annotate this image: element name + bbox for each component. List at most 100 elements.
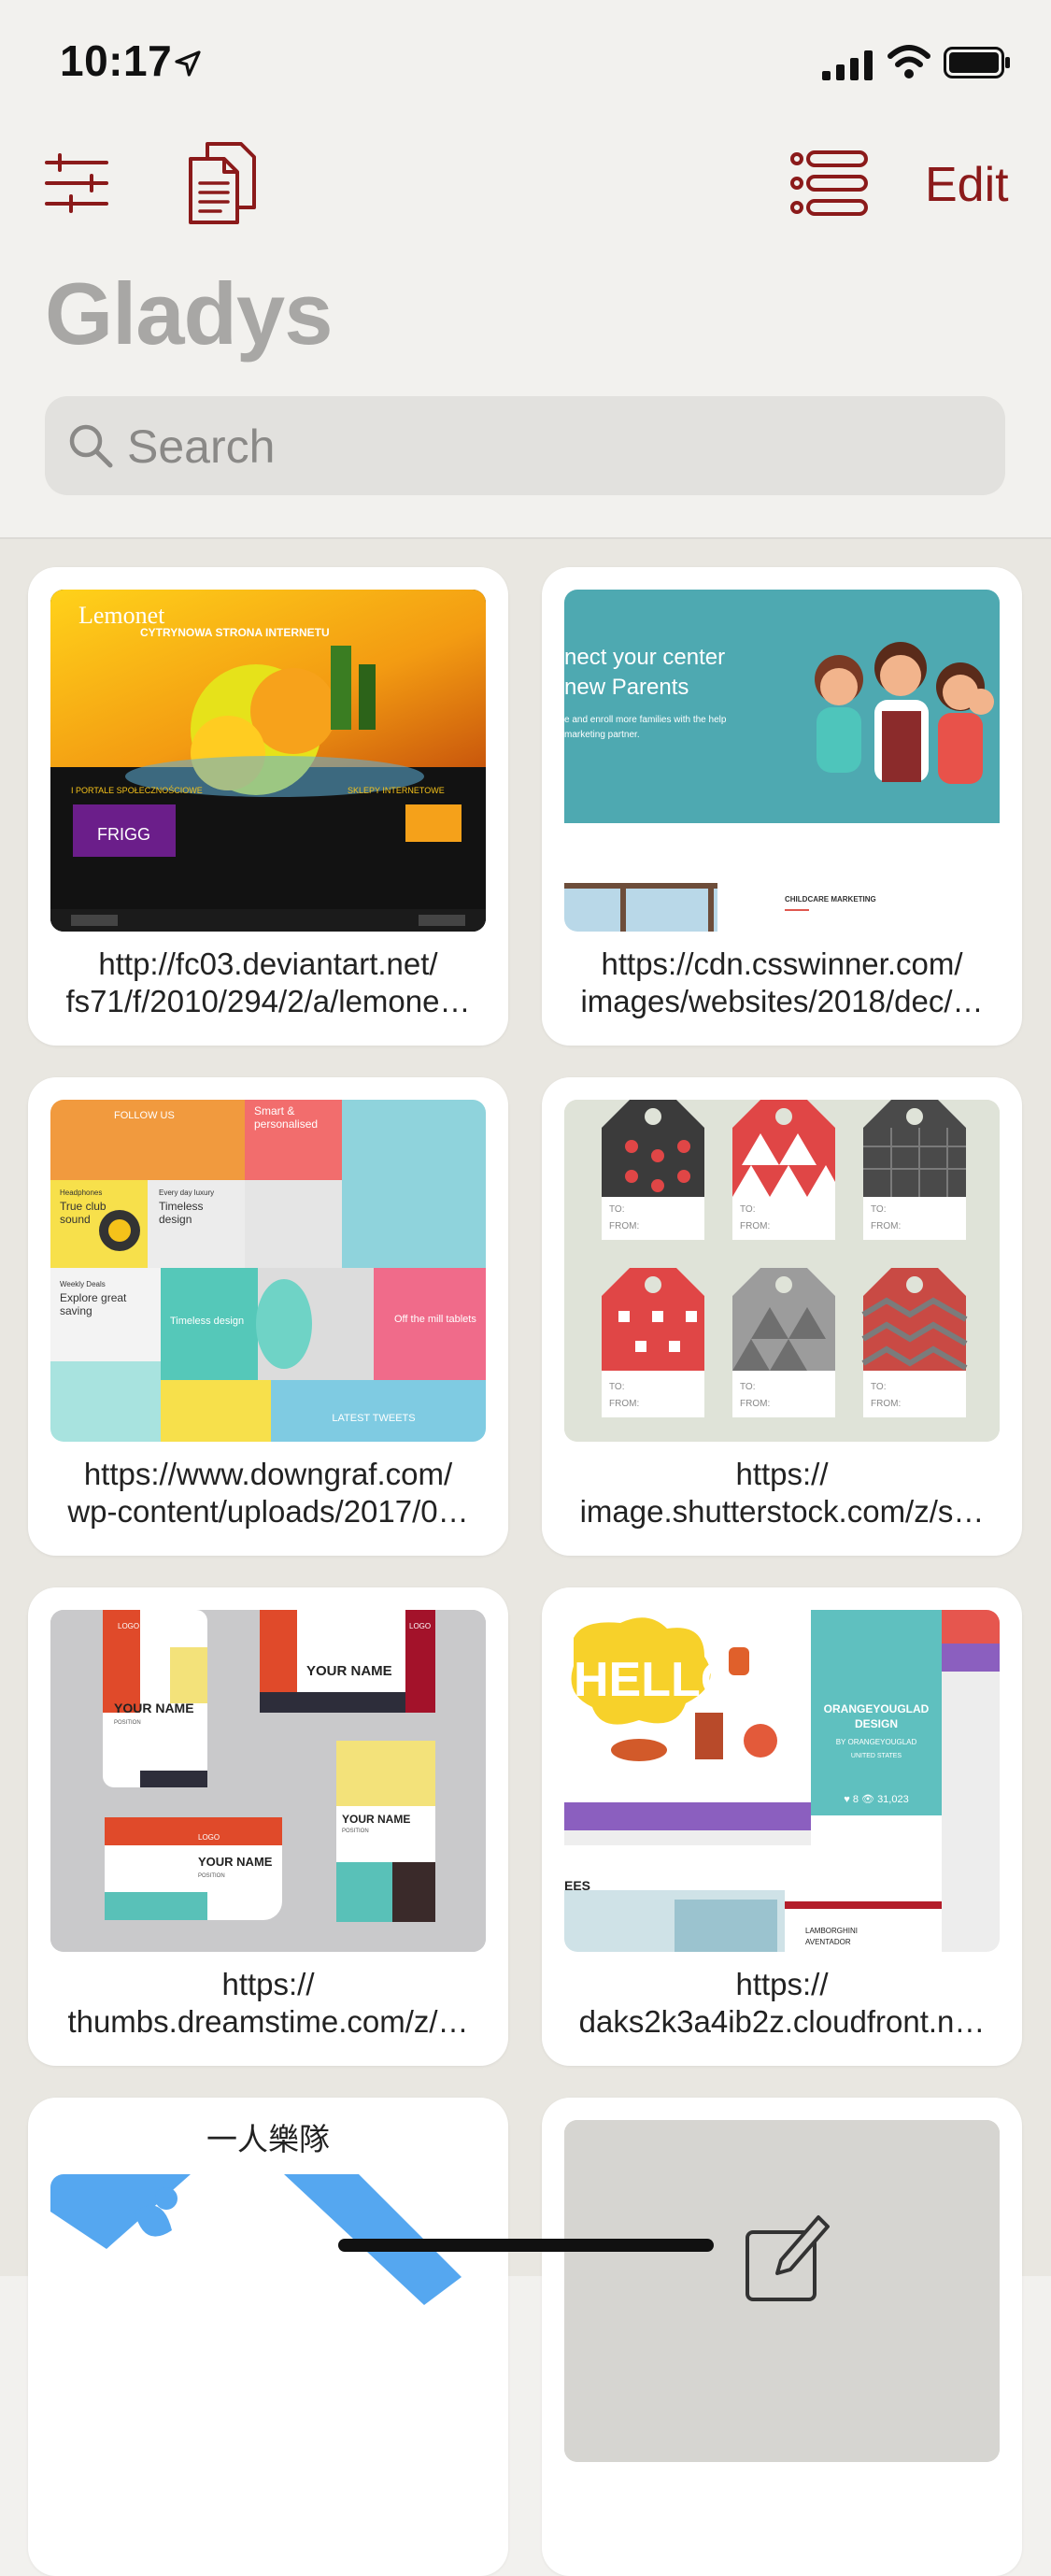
svg-text:FROM:: FROM: xyxy=(871,1399,901,1409)
svg-text:FROM:: FROM: xyxy=(740,1221,770,1231)
app-preview xyxy=(50,2174,486,2455)
svg-text:Every day luxury: Every day luxury xyxy=(159,1188,214,1197)
item-card[interactable]: HELLO ORANGEYOUGLAD DESIGN BY ORANGEYOUG… xyxy=(542,1587,1022,2066)
item-card[interactable]: Lemonet CYTRYNOWA STRONA INTERNETU I POR… xyxy=(28,567,508,1046)
item-card[interactable]: 一人樂隊 xyxy=(28,2098,508,2576)
items-grid[interactable]: Lemonet CYTRYNOWA STRONA INTERNETU I POR… xyxy=(0,539,1051,2576)
page-title: Gladys xyxy=(45,264,333,363)
cellular-signal-icon xyxy=(822,50,873,80)
svg-text:LAMBORGHINI: LAMBORGHINI xyxy=(805,1927,858,1935)
business-cards-preview: YOUR NAME POSITION LOGO YOUR NAME LOGO Y… xyxy=(50,1610,486,1952)
note-edit-icon xyxy=(564,2120,1000,2462)
wifi-icon xyxy=(888,45,930,78)
item-card[interactable]: nect your center new Parents e and enrol… xyxy=(542,567,1022,1046)
svg-text:nect your center: nect your center xyxy=(564,645,725,670)
svg-text:Off the mill tablets: Off the mill tablets xyxy=(394,1314,476,1325)
search-bar[interactable] xyxy=(45,396,1005,495)
item-card[interactable]: FOLLOW US Smart & personalised LATEST TW… xyxy=(28,1077,508,1556)
svg-text:UNITED STATES: UNITED STATES xyxy=(851,1753,902,1759)
item-thumbnail xyxy=(564,2120,1000,2462)
svg-text:CHILDCARE MARKETING: CHILDCARE MARKETING xyxy=(785,895,876,904)
svg-text:YOUR NAME: YOUR NAME xyxy=(198,1855,273,1869)
item-thumbnail: nect your center new Parents e and enrol… xyxy=(564,590,1000,932)
svg-text:AVENTADOR: AVENTADOR xyxy=(805,1938,851,1946)
svg-text:design: design xyxy=(159,1213,192,1226)
childcare-preview: nect your center new Parents e and enrol… xyxy=(564,590,1000,932)
svg-text:FRIGG: FRIGG xyxy=(97,825,150,844)
svg-text:SKLEPY INTERNETOWE: SKLEPY INTERNETOWE xyxy=(348,786,445,795)
svg-text:marketing partner.: marketing partner. xyxy=(564,730,640,740)
svg-text:FROM:: FROM: xyxy=(871,1221,901,1231)
location-arrow-icon xyxy=(175,50,201,77)
svg-text:personalised: personalised xyxy=(254,1117,318,1131)
edit-button[interactable]: Edit xyxy=(925,157,1009,213)
item-url: https://cdn.csswinner.com/ images/websit… xyxy=(580,946,984,1018)
svg-text:ORANGEYOUGLAD: ORANGEYOUGLAD xyxy=(824,1702,930,1715)
svg-text:BY ORANGEYOUGLAD: BY ORANGEYOUGLAD xyxy=(836,1738,917,1746)
svg-text:LOGO: LOGO xyxy=(409,1622,431,1630)
item-title: 一人樂隊 xyxy=(206,2122,330,2156)
svg-text:FROM:: FROM: xyxy=(609,1221,639,1231)
svg-text:DESIGN: DESIGN xyxy=(855,1717,898,1730)
item-url: https:// daks2k3a4ib2z.cloudfront.n… xyxy=(578,1967,986,2039)
svg-text:FOLLOW US: FOLLOW US xyxy=(114,1110,175,1121)
documents-icon[interactable] xyxy=(187,140,258,226)
item-url: http://fc03.deviantart.net/ fs71/f/2010/… xyxy=(65,946,471,1018)
home-indicator[interactable] xyxy=(338,2239,714,2252)
svg-text:Weekly Deals: Weekly Deals xyxy=(60,1280,106,1288)
svg-text:YOUR NAME: YOUR NAME xyxy=(342,1813,410,1826)
toolbar: Edit xyxy=(0,140,1051,234)
item-thumbnail: Lemonet CYTRYNOWA STRONA INTERNETU I POR… xyxy=(50,590,486,932)
item-url: https:// thumbs.dreamstime.com/z/… xyxy=(67,1967,469,2039)
search-input[interactable] xyxy=(125,413,970,480)
svg-text:TO:: TO: xyxy=(740,1204,755,1215)
item-thumbnail: FOLLOW US Smart & personalised LATEST TW… xyxy=(50,1100,486,1442)
status-bar: 10:17 xyxy=(0,0,1051,121)
svg-text:LATEST TWEETS: LATEST TWEETS xyxy=(332,1413,415,1424)
svg-text:POSITION: POSITION xyxy=(342,1829,369,1834)
item-url: https://www.downgraf.com/ wp-content/upl… xyxy=(67,1457,469,1529)
item-thumbnail: TO: FROM: TO: FROM: TO: FROM: TO: FROM: … xyxy=(564,1100,1000,1442)
svg-text:Smart &: Smart & xyxy=(254,1104,294,1117)
svg-text:new Parents: new Parents xyxy=(564,675,689,700)
item-card[interactable]: YOUR NAME POSITION LOGO YOUR NAME LOGO Y… xyxy=(28,1587,508,2066)
svg-text:Explore great: Explore great xyxy=(60,1291,127,1304)
svg-text:Timeless design: Timeless design xyxy=(170,1316,244,1327)
svg-text:LOGO: LOGO xyxy=(118,1622,139,1630)
search-icon xyxy=(69,424,113,468)
svg-text:TO:: TO: xyxy=(609,1204,624,1215)
svg-text:TO:: TO: xyxy=(740,1382,755,1392)
svg-text:saving: saving xyxy=(60,1304,92,1317)
sliders-icon[interactable] xyxy=(43,149,110,217)
svg-text:♥ 8 👁 31,023: ♥ 8 👁 31,023 xyxy=(844,1794,908,1805)
svg-text:YOUR NAME: YOUR NAME xyxy=(306,1663,392,1679)
svg-text:CYTRYNOWA STRONA INTERNETU: CYTRYNOWA STRONA INTERNETU xyxy=(140,626,330,639)
svg-text:I PORTALE SPOŁECZNOŚCIOWE: I PORTALE SPOŁECZNOŚCIOWE xyxy=(71,785,203,795)
svg-text:TO:: TO: xyxy=(871,1204,886,1215)
svg-text:POSITION: POSITION xyxy=(114,1720,141,1726)
svg-text:LOGO: LOGO xyxy=(198,1833,220,1842)
list-icon[interactable] xyxy=(789,149,870,217)
item-card[interactable]: TO: FROM: TO: FROM: TO: FROM: TO: FROM: … xyxy=(542,1077,1022,1556)
svg-text:EES: EES xyxy=(564,1878,590,1893)
svg-text:TO:: TO: xyxy=(871,1382,886,1392)
svg-text:FROM:: FROM: xyxy=(609,1399,639,1409)
svg-text:YOUR NAME: YOUR NAME xyxy=(114,1701,194,1715)
item-card[interactable] xyxy=(542,2098,1022,2576)
item-thumbnail: YOUR NAME POSITION LOGO YOUR NAME LOGO Y… xyxy=(50,1610,486,1952)
status-time: 10:17 xyxy=(60,36,173,85)
svg-text:Headphones: Headphones xyxy=(60,1188,102,1197)
item-thumbnail: HELLO ORANGEYOUGLAD DESIGN BY ORANGEYOUG… xyxy=(564,1610,1000,1952)
svg-text:e and enroll more families wit: e and enroll more families with the help xyxy=(564,715,727,725)
downgraf-preview: FOLLOW US Smart & personalised LATEST TW… xyxy=(50,1100,486,1442)
portfolio-preview: HELLO ORANGEYOUGLAD DESIGN BY ORANGEYOUG… xyxy=(564,1610,1000,1952)
item-url: https:// image.shutterstock.com/z/s… xyxy=(579,1457,985,1529)
svg-text:sound: sound xyxy=(60,1213,91,1226)
thumb-logo: Lemonet xyxy=(78,602,165,629)
svg-text:HELLO: HELLO xyxy=(574,1653,738,1707)
svg-text:Timeless: Timeless xyxy=(159,1200,204,1213)
battery-icon xyxy=(944,47,1010,78)
lemonet-preview: Lemonet CYTRYNOWA STRONA INTERNETU I POR… xyxy=(50,590,486,932)
svg-text:POSITION: POSITION xyxy=(198,1873,225,1879)
svg-text:FROM:: FROM: xyxy=(740,1399,770,1409)
